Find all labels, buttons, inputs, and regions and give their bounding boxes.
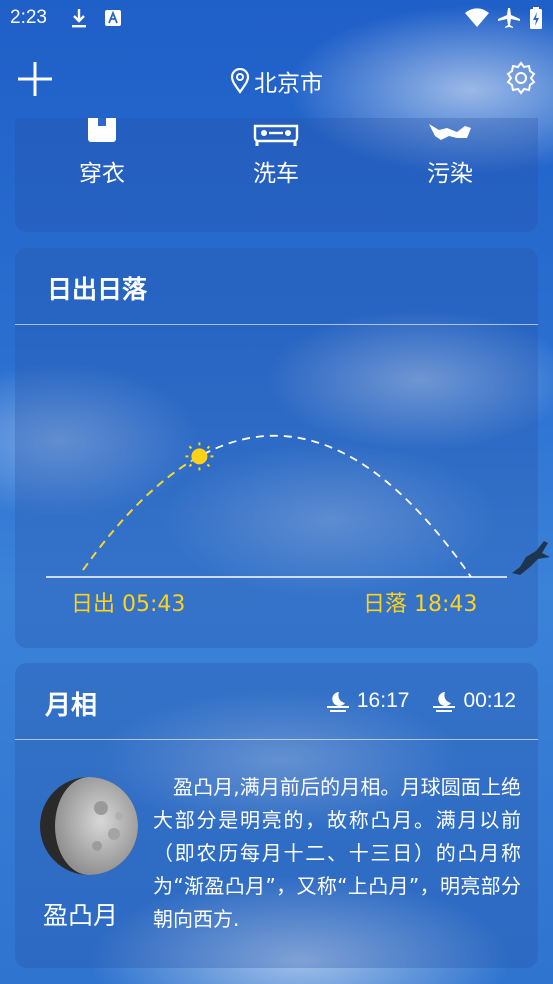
lifestyle-item-pollution[interactable]: 污染: [363, 118, 537, 188]
lifestyle-card: 穿衣 洗车 污染: [15, 118, 538, 232]
divider: [15, 739, 538, 740]
top-bar: 北京市: [0, 50, 553, 110]
battery-icon: [530, 7, 542, 29]
sun-progress-arc: [82, 455, 200, 571]
sun-path-arc: [82, 434, 472, 578]
location-header[interactable]: 北京市: [0, 64, 553, 100]
moon-card-title: 月相: [45, 691, 98, 721]
moonset-time: 00:12: [463, 689, 516, 712]
moon-times: 16:17 00:12: [325, 689, 516, 713]
moonrise-icon: [326, 692, 349, 712]
car-icon: [253, 124, 299, 146]
sunset-time: 日落 18:43: [363, 592, 478, 617]
background-bird-silhouette: [512, 541, 550, 575]
pollution-icon: [429, 124, 471, 140]
lifestyle-label: 穿衣: [79, 161, 125, 187]
moonrise-time: 16:17: [356, 689, 410, 712]
moon-phase-card: 月相 16:17 00:12 盈凸月 盈凸月,满月前后的月相。月球圆面上绝大部分…: [15, 663, 538, 968]
moon-phase-name: 盈凸月: [43, 901, 119, 930]
moon-phase-description: 盈凸月,满月前后的月相。月球圆面上绝大部分是明亮的，故称凸月。满月以前（即农历每…: [153, 775, 521, 931]
sunrise-sunset-card: 日出日落 日出 05:43 日落 18:43: [15, 248, 538, 648]
keyboard-a-icon: [105, 10, 121, 26]
download-icon: [72, 9, 86, 28]
wifi-icon: [465, 8, 489, 27]
airplane-icon: [498, 8, 520, 28]
lifestyle-item-carwash[interactable]: 洗车: [189, 118, 363, 188]
moon-phase-image: [40, 777, 138, 875]
status-time: 2:23: [10, 7, 47, 28]
sunrise-time: 日出 05:43: [71, 592, 186, 617]
sun-icon: [185, 442, 214, 471]
lifestyle-label: 洗车: [253, 161, 299, 187]
lifestyle-label: 污染: [427, 161, 473, 187]
clothing-icon: [88, 118, 116, 142]
gear-icon[interactable]: [503, 60, 539, 96]
moonset-icon: [433, 692, 456, 712]
lifestyle-item-clothing[interactable]: 穿衣: [15, 118, 189, 188]
status-bar: 2:23: [0, 0, 553, 38]
moonrise: 16:17: [325, 689, 410, 713]
city-name: 北京市: [254, 71, 323, 97]
location-pin-icon: [230, 68, 250, 94]
moonset: 00:12: [431, 689, 516, 713]
